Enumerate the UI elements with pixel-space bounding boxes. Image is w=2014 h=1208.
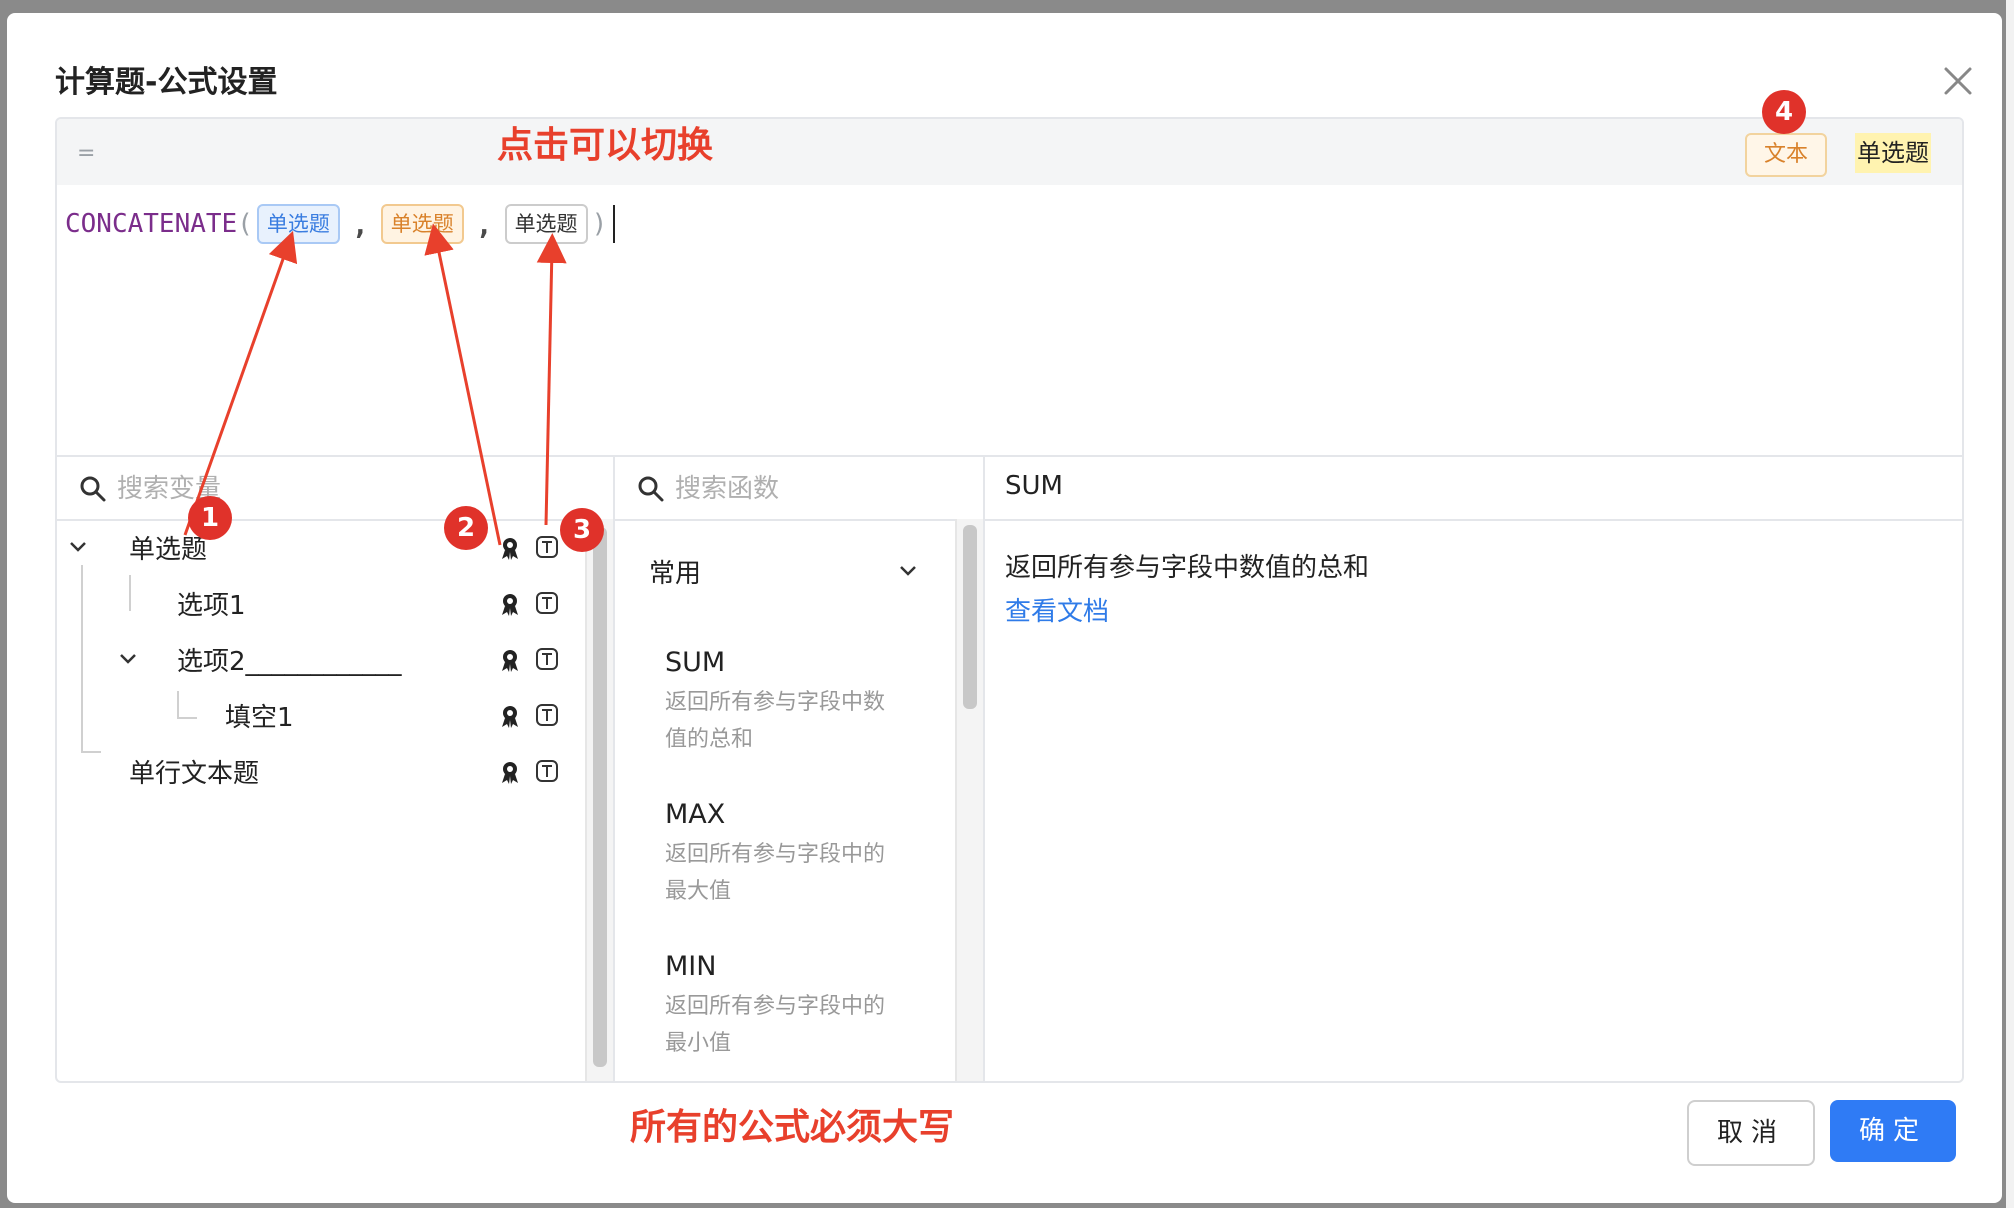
type-toggle-button[interactable]: 文本 xyxy=(1745,133,1827,177)
functions-scroll-thumb[interactable] xyxy=(963,525,977,709)
function-item-desc: 返回所有参与字段中的 最大值 xyxy=(665,836,925,910)
option-value-icon[interactable] xyxy=(497,759,523,785)
function-item-desc-line: 值的总和 xyxy=(665,727,754,752)
current-variable-label: 单选题 xyxy=(1855,133,1931,173)
function-item-desc-line: 最大值 xyxy=(665,879,732,904)
variable-search xyxy=(57,457,611,521)
close-icon[interactable] xyxy=(1940,63,1976,99)
variable-chip-option[interactable]: 单选题 xyxy=(256,204,340,244)
cancel-button[interactable]: 取消 xyxy=(1687,1100,1815,1166)
function-group-common[interactable]: 常用 xyxy=(649,553,701,590)
search-icon xyxy=(80,476,106,502)
variable-chip-plain[interactable]: 单选题 xyxy=(504,204,588,244)
function-item-desc-line: 返回所有参与字段中的 xyxy=(665,842,886,867)
annotation-toggle-note: 点击可以切换 xyxy=(497,125,714,166)
function-item-desc-line: 返回所有参与字段中的 xyxy=(665,994,886,1019)
comma: , xyxy=(351,207,369,241)
formula-editor[interactable]: CONCATENATE ( 单选题 , 单选题 , 单选题 ) xyxy=(57,185,1962,457)
chevron-down-icon[interactable] xyxy=(897,559,919,581)
variable-search-input[interactable] xyxy=(115,469,507,509)
function-item-desc: 返回所有参与字段中的 最小值 xyxy=(665,988,925,1062)
variables-scroll-thumb[interactable] xyxy=(593,527,607,1067)
tree-item-single-choice[interactable]: 单选题 xyxy=(57,519,587,575)
option-value-icon[interactable] xyxy=(497,703,523,729)
chevron-down-icon[interactable] xyxy=(67,535,89,557)
tree-item-blank1[interactable]: 填空1 xyxy=(57,687,587,743)
function-item-desc: 返回所有参与字段中数 值的总和 xyxy=(665,684,925,758)
functions-column: 常用 SUM 返回所有参与字段中数 值的总和 MAX 返回所有参与字段中的 最大… xyxy=(613,457,985,1081)
view-docs-link[interactable]: 查看文档 xyxy=(1005,591,1109,628)
function-name: CONCATENATE xyxy=(65,209,238,239)
text-cursor xyxy=(613,205,616,243)
function-item-max[interactable]: MAX 返回所有参与字段中的 最大值 xyxy=(665,799,925,910)
variables-scrollbar[interactable] xyxy=(585,519,613,1081)
annotation-badge-2: 2 xyxy=(444,506,488,550)
function-doc-column: SUM 返回所有参与字段中数值的总和 查看文档 xyxy=(983,457,1962,1081)
annotation-uppercase-note: 所有的公式必须大写 xyxy=(630,1107,955,1148)
variables-column: 单选题 选项1 xyxy=(57,457,613,1081)
confirm-button[interactable]: 确定 xyxy=(1830,1100,1956,1162)
tree-item-single-line-text[interactable]: 单行文本题 xyxy=(57,743,587,799)
formula-toolbar: = 文本 单选题 xyxy=(57,119,1962,185)
doc-title: SUM xyxy=(1005,471,1063,501)
function-search xyxy=(615,457,983,521)
open-paren: ( xyxy=(237,209,253,239)
doc-description: 返回所有参与字段中数值的总和 xyxy=(1005,553,1370,583)
option-value-icon[interactable] xyxy=(497,647,523,673)
function-item-min[interactable]: MIN 返回所有参与字段中的 最小值 xyxy=(665,951,925,1062)
dialog-title: 计算题-公式设置 xyxy=(55,65,278,100)
text-value-icon[interactable] xyxy=(535,647,559,671)
text-value-icon[interactable] xyxy=(535,535,559,559)
function-item-desc-line: 最小值 xyxy=(665,1031,732,1056)
function-list: 常用 SUM 返回所有参与字段中数 值的总和 MAX 返回所有参与字段中的 最大… xyxy=(615,519,955,1081)
function-item-name: MAX xyxy=(665,799,726,830)
tree-item-option2[interactable]: 选项2____________ xyxy=(57,631,587,687)
text-value-icon[interactable] xyxy=(535,759,559,783)
function-item-name: SUM xyxy=(665,647,726,678)
equals-icon: = xyxy=(77,141,96,166)
formula-panel: = 文本 单选题 CONCATENATE ( 单选题 , 单选题 , 单选题 ) xyxy=(55,117,1964,1083)
annotation-badge-3: 3 xyxy=(560,508,604,552)
close-paren: ) xyxy=(591,209,608,239)
search-icon xyxy=(638,476,664,502)
doc-header: SUM xyxy=(985,457,1962,521)
annotation-badge-1: 1 xyxy=(188,496,232,540)
tree-item-option1[interactable]: 选项1 xyxy=(57,575,587,631)
tree-item-label: 单行文本题 xyxy=(129,759,260,789)
annotation-badge-4: 4 xyxy=(1762,90,1806,134)
functions-scrollbar[interactable] xyxy=(955,519,985,1081)
option-value-icon[interactable] xyxy=(497,535,523,561)
backdrop-edge xyxy=(2006,0,2014,1208)
function-search-input[interactable] xyxy=(673,469,935,509)
text-value-icon[interactable] xyxy=(535,703,559,727)
function-item-desc-line: 返回所有参与字段中数 xyxy=(665,690,886,715)
function-item-sum[interactable]: SUM 返回所有参与字段中数 值的总和 xyxy=(665,647,925,758)
function-item-name: MIN xyxy=(665,951,717,982)
variable-chip-text[interactable]: 单选题 xyxy=(380,204,464,244)
option-value-icon[interactable] xyxy=(497,591,523,617)
tree-item-label: 选项2____________ xyxy=(177,647,402,677)
formula-expression: CONCATENATE ( 单选题 , 单选题 , 单选题 ) xyxy=(65,203,616,245)
formula-settings-dialog: 计算题-公式设置 = 文本 单选题 CONCATENATE ( 单选题 , 单选… xyxy=(7,13,2002,1203)
text-value-icon[interactable] xyxy=(535,591,559,615)
comma: , xyxy=(475,207,493,241)
tree-item-label: 选项1 xyxy=(177,591,246,621)
chevron-down-icon[interactable] xyxy=(117,647,139,669)
tree-item-label: 填空1 xyxy=(225,703,294,733)
